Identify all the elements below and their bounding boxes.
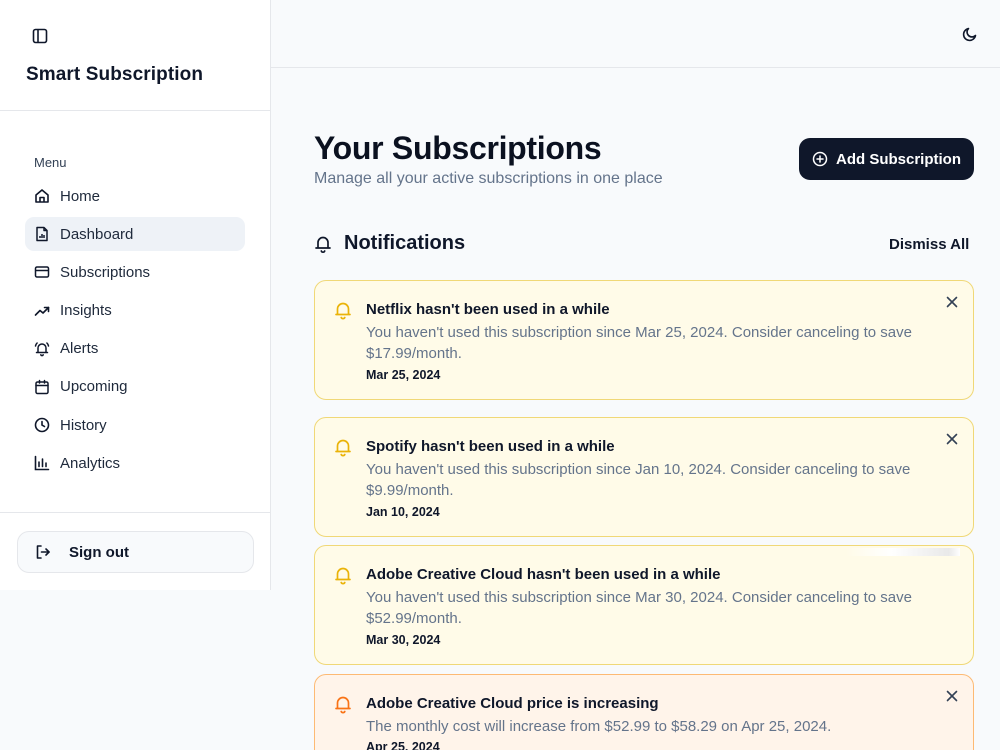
file-chart-icon bbox=[34, 226, 50, 242]
home-icon bbox=[34, 188, 50, 204]
calendar-icon bbox=[34, 379, 50, 395]
bell-icon bbox=[333, 565, 353, 585]
page-title: Your Subscriptions bbox=[314, 130, 602, 166]
menu-label: Menu bbox=[34, 155, 67, 170]
credit-card-icon bbox=[34, 264, 50, 280]
bell-icon bbox=[333, 300, 353, 320]
notification-message: You haven't used this subscription since… bbox=[366, 589, 912, 627]
notification-title: Netflix hasn't been used in a while bbox=[366, 301, 610, 318]
notification-message: The monthly cost will increase from $52.… bbox=[366, 718, 832, 735]
sign-out-label: Sign out bbox=[69, 543, 129, 561]
notification-message: You haven't used this subscription since… bbox=[366, 324, 912, 362]
sign-out-button[interactable]: Sign out bbox=[17, 531, 254, 573]
sidebar-item-label: Subscriptions bbox=[60, 263, 151, 281]
notification-card: Adobe Creative Cloud hasn't been used in… bbox=[314, 545, 974, 665]
notification-date: Mar 25, 2024 bbox=[366, 368, 441, 382]
sidebar-item-label: Insights bbox=[60, 302, 112, 320]
sidebar-nav: Home Dashboard Subscriptions Insights Al… bbox=[25, 179, 245, 485]
close-icon[interactable] bbox=[945, 432, 959, 446]
notification-message: You haven't used this subscription since… bbox=[366, 461, 911, 499]
sidebar-item-upcoming[interactable]: Upcoming bbox=[25, 370, 245, 404]
sidebar-item-dashboard[interactable]: Dashboard bbox=[25, 217, 245, 252]
sidebar-footer: Sign out bbox=[0, 512, 271, 590]
sidebar-item-history[interactable]: History bbox=[25, 408, 245, 442]
bar-chart-icon bbox=[34, 455, 50, 471]
sidebar-item-label: History bbox=[60, 416, 107, 434]
add-subscription-label: Add Subscription bbox=[836, 150, 961, 168]
bell-icon bbox=[333, 694, 353, 714]
notifications-title: Notifications bbox=[344, 232, 466, 254]
sidebar-item-label: Upcoming bbox=[60, 378, 128, 396]
notification-date: Apr 25, 2024 bbox=[366, 740, 440, 750]
notification-date: Jan 10, 2024 bbox=[366, 505, 440, 519]
plus-circle-icon bbox=[812, 151, 828, 167]
render-artifact bbox=[846, 548, 960, 556]
bell-icon bbox=[314, 234, 332, 254]
bell-ring-icon bbox=[34, 341, 50, 357]
sidebar-item-label: Analytics bbox=[60, 454, 121, 472]
notification-title: Spotify hasn't been used in a while bbox=[366, 438, 615, 455]
sidebar-header: Smart Subscription bbox=[0, 0, 270, 111]
sidebar: Smart Subscription Menu Home Dashboard S… bbox=[0, 0, 271, 590]
add-subscription-button[interactable]: Add Subscription bbox=[799, 138, 974, 180]
sidebar-item-subscriptions[interactable]: Subscriptions bbox=[25, 255, 245, 289]
sidebar-item-analytics[interactable]: Analytics bbox=[25, 446, 245, 480]
clock-icon bbox=[34, 417, 50, 433]
sidebar-item-label: Dashboard bbox=[60, 225, 134, 243]
notification-title: Adobe Creative Cloud hasn't been used in… bbox=[366, 566, 721, 583]
notifications-header: Notifications bbox=[314, 232, 465, 255]
notification-card: Spotify hasn't been used in a while You … bbox=[314, 417, 974, 537]
page-subtitle: Manage all your active subscriptions in … bbox=[314, 170, 663, 187]
top-bar bbox=[271, 0, 1000, 68]
app-title: Smart Subscription bbox=[26, 64, 204, 85]
sidebar-item-insights[interactable]: Insights bbox=[25, 294, 245, 328]
dismiss-all-button[interactable]: Dismiss All bbox=[889, 236, 969, 253]
close-icon[interactable] bbox=[945, 689, 959, 703]
sidebar-item-alerts[interactable]: Alerts bbox=[25, 332, 245, 366]
moon-icon[interactable] bbox=[961, 25, 978, 42]
notification-card: Netflix hasn't been used in a while You … bbox=[314, 280, 974, 400]
notification-date: Mar 30, 2024 bbox=[366, 633, 441, 647]
close-icon[interactable] bbox=[945, 295, 959, 309]
trending-up-icon bbox=[34, 303, 50, 319]
log-out-icon bbox=[35, 544, 51, 560]
sidebar-item-label: Home bbox=[60, 187, 101, 205]
sidebar-item-label: Alerts bbox=[60, 340, 99, 358]
sidebar-item-home[interactable]: Home bbox=[25, 179, 245, 213]
notification-title: Adobe Creative Cloud price is increasing bbox=[366, 695, 659, 712]
notification-card: Adobe Creative Cloud price is increasing… bbox=[314, 674, 974, 750]
bell-icon bbox=[333, 437, 353, 457]
sidebar-toggle-icon[interactable] bbox=[32, 28, 48, 44]
